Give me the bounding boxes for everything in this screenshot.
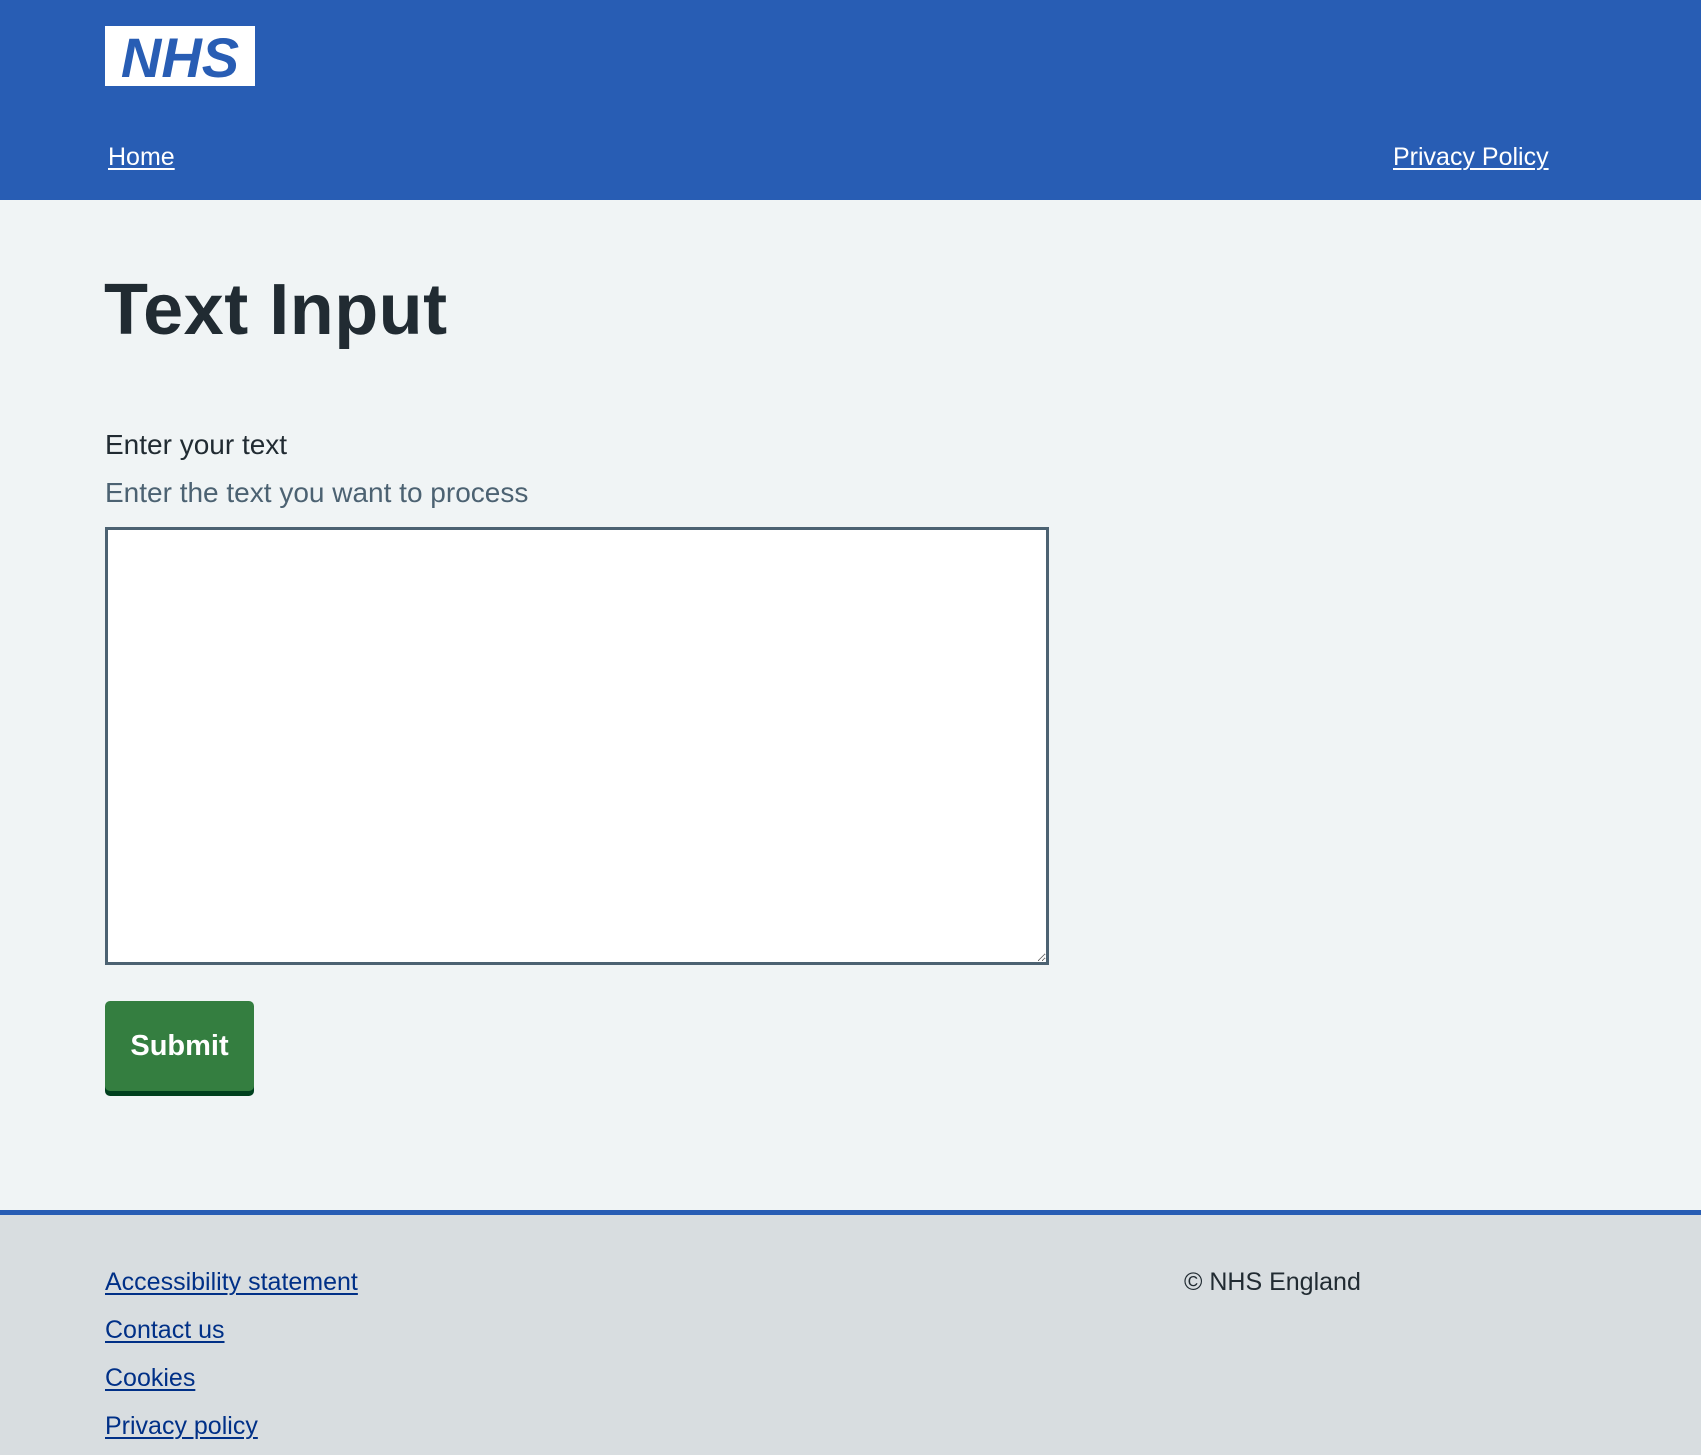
submit-button[interactable]: Submit: [105, 1001, 254, 1091]
svg-text:NHS: NHS: [121, 26, 239, 86]
footer-link-contact[interactable]: Contact us: [105, 1315, 225, 1345]
footer-link-privacy[interactable]: Privacy policy: [105, 1411, 258, 1441]
site-header: NHS Home Privacy Policy: [0, 0, 1701, 200]
text-field-label: Enter your text: [105, 429, 288, 460]
text-input-area[interactable]: [105, 527, 1049, 965]
text-field-hint: Enter the text you want to process: [105, 477, 529, 508]
nhs-logo-icon[interactable]: NHS: [105, 26, 255, 86]
nav-privacy-policy-link[interactable]: Privacy Policy: [1393, 142, 1549, 172]
nav-home-link[interactable]: Home: [108, 142, 175, 172]
copyright-text: © NHS England: [1184, 1268, 1361, 1296]
page-title: Text Input: [104, 270, 448, 350]
footer-link-accessibility[interactable]: Accessibility statement: [105, 1267, 358, 1297]
footer-link-cookies[interactable]: Cookies: [105, 1363, 195, 1393]
